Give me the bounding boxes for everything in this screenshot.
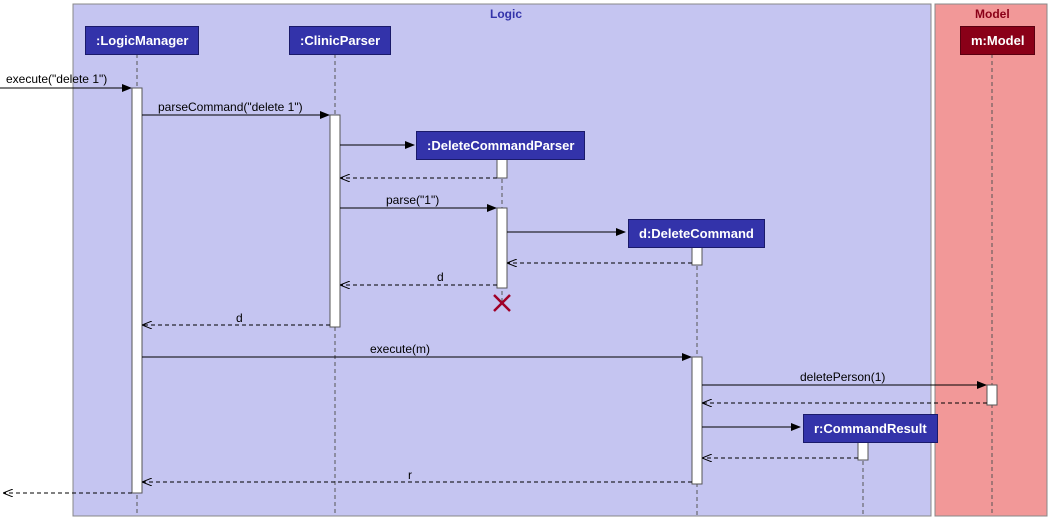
label-parse: parse("1") bbox=[386, 193, 439, 207]
activation-clinicparser bbox=[330, 115, 340, 327]
label-execute-m: execute(m) bbox=[370, 342, 430, 356]
model-frame bbox=[935, 4, 1047, 516]
activation-cr-create bbox=[858, 440, 868, 460]
activation-model bbox=[987, 385, 997, 405]
participant-logicmanager: :LogicManager bbox=[85, 26, 199, 55]
label-execute1: execute("delete 1") bbox=[6, 72, 107, 86]
participant-deletecommandparser: :DeleteCommandParser bbox=[416, 131, 585, 160]
participant-model: m:Model bbox=[960, 26, 1035, 55]
activation-dcp-parse bbox=[497, 208, 507, 288]
label-return-d2: d bbox=[236, 311, 243, 325]
label-return-r: r bbox=[408, 468, 412, 482]
activation-dcp-create bbox=[497, 158, 507, 178]
logic-frame-label: Logic bbox=[490, 7, 522, 21]
participant-deletecommand: d:DeleteCommand bbox=[628, 219, 765, 248]
activation-dc-execute bbox=[692, 357, 702, 484]
sequence-diagram-canvas bbox=[0, 0, 1050, 525]
activation-logicmanager bbox=[132, 88, 142, 493]
label-return-d1: d bbox=[437, 270, 444, 284]
model-frame-label: Model bbox=[975, 7, 1010, 21]
participant-clinicparser: :ClinicParser bbox=[289, 26, 391, 55]
label-deleteperson: deletePerson(1) bbox=[800, 370, 885, 384]
label-parsecommand: parseCommand("delete 1") bbox=[158, 100, 303, 114]
activation-dc-create bbox=[692, 245, 702, 265]
participant-commandresult: r:CommandResult bbox=[803, 414, 938, 443]
